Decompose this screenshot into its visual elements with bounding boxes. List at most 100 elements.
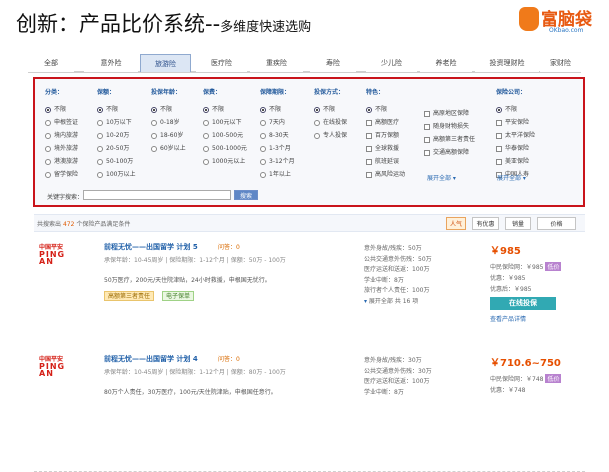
filter-option[interactable]: 高风险运动 xyxy=(366,168,405,181)
product-name-link[interactable]: 前程无忧——出国留学 计划 4 xyxy=(104,354,198,364)
filter-category: 分类： 不限 申根签证 境内旅游 境外旅游 港澳旅游 留学保险 xyxy=(45,87,78,181)
radio-icon xyxy=(45,132,51,139)
product-card: 中国平安 PING AN 前程无忧——出国留学 计划 4 问答：0 承保年龄：10… xyxy=(34,352,585,472)
filter-option[interactable]: 不限 xyxy=(366,103,405,116)
filter-option[interactable]: 1-3个月 xyxy=(260,142,295,155)
filter-option[interactable]: 华泰保险 xyxy=(496,142,535,155)
tab-medical[interactable]: 医疗险 xyxy=(196,54,247,72)
filter-option[interactable]: 10-20万 xyxy=(97,129,135,142)
logo-domain: OKbao.com xyxy=(549,27,584,34)
filter-option[interactable]: 10万以下 xyxy=(97,116,135,129)
tab-property[interactable]: 家财险 xyxy=(540,54,581,72)
low-price-badge: 低价 xyxy=(545,374,562,383)
radio-icon xyxy=(151,145,157,152)
radio-icon xyxy=(97,132,103,139)
filter-option[interactable]: 美亚保险 xyxy=(496,155,535,168)
product-detail-link[interactable]: 查看产品详情 xyxy=(490,314,526,323)
product-qa[interactable]: 问答：0 xyxy=(218,242,240,251)
filter-option[interactable]: 平安保险 xyxy=(496,116,535,129)
filter-option[interactable]: 不限 xyxy=(314,103,347,116)
radio-icon xyxy=(203,106,209,113)
checkbox-icon xyxy=(496,158,502,165)
checkbox-icon xyxy=(496,119,502,126)
tab-accident[interactable]: 意外险 xyxy=(84,54,138,72)
filter-option[interactable]: 百万保额 xyxy=(366,129,405,142)
radio-icon xyxy=(151,132,157,139)
filter-option[interactable]: 50-100万 xyxy=(97,155,135,168)
filter-company: 保险公司： 不限 平安保险 太平洋保险 华泰保险 美亚保险 中国人寿 xyxy=(496,87,535,181)
search-input[interactable] xyxy=(83,190,231,200)
filter-option[interactable]: 500-1000元 xyxy=(203,142,247,155)
filter-option[interactable]: 7天内 xyxy=(260,116,295,129)
filter-option[interactable]: 18-60岁 xyxy=(151,129,186,142)
page-title: 创新：产品比价系统--多维度快速选购 xyxy=(16,8,311,38)
tab-all[interactable]: 全部 xyxy=(28,54,74,72)
filter-option[interactable]: 不限 xyxy=(151,103,186,116)
search-button[interactable]: 搜索 xyxy=(234,190,258,200)
sort-price[interactable]: 价格 xyxy=(537,217,576,230)
tab-children[interactable]: 少儿险 xyxy=(366,54,417,72)
filter-option[interactable]: 留学保险 xyxy=(45,168,78,181)
tab-life[interactable]: 寿险 xyxy=(310,54,356,72)
checkbox-icon xyxy=(366,132,372,139)
filter-option[interactable]: 交通高额保障 xyxy=(424,146,475,159)
filter-option[interactable]: 不限 xyxy=(45,103,78,116)
sort-popularity[interactable]: 人气 xyxy=(446,217,466,230)
filter-option[interactable]: 全球救援 xyxy=(366,142,405,155)
filter-option[interactable]: 20-50万 xyxy=(97,142,135,155)
low-price-badge: 低价 xyxy=(545,262,562,271)
filter-option[interactable]: 1年以上 xyxy=(260,168,295,181)
brand-logo[interactable]: 富脑袋 OKbao.com xyxy=(517,3,603,39)
filter-option[interactable]: 0-18岁 xyxy=(151,116,186,129)
sort-discount[interactable]: 有优惠 xyxy=(472,217,499,230)
filter-option[interactable]: 港澳旅游 xyxy=(45,155,78,168)
filter-option[interactable]: 境外旅游 xyxy=(45,142,78,155)
radio-icon xyxy=(45,145,51,152)
coverage-expand-link[interactable]: ▾ 展开全部 共 16 项 xyxy=(364,297,432,308)
insurer-logo[interactable]: 中国平安 PING AN xyxy=(39,356,79,378)
filter-option[interactable]: 专人投保 xyxy=(314,129,347,142)
sort-sales[interactable]: 销量 xyxy=(505,217,531,230)
filter-label: 投保年龄： xyxy=(151,89,182,96)
features-expand-link[interactable]: 展开全部 ▾ xyxy=(427,173,456,182)
tab-critical-illness[interactable]: 重疾险 xyxy=(250,54,303,72)
radio-icon xyxy=(366,106,372,113)
checkbox-icon xyxy=(496,145,502,152)
filter-option[interactable]: 1000元以上 xyxy=(203,155,247,168)
filter-option[interactable]: 航班延误 xyxy=(366,155,405,168)
filter-option[interactable]: 随身财物损失 xyxy=(424,120,475,133)
filter-option[interactable]: 100万以上 xyxy=(97,168,135,181)
filter-option[interactable]: 不限 xyxy=(203,103,247,116)
filter-option[interactable]: 高原地区保障 xyxy=(424,107,475,120)
insurer-logo[interactable]: 中国平安 PING AN xyxy=(39,244,79,266)
tab-travel[interactable]: 旅游险 xyxy=(140,54,191,72)
tab-investment[interactable]: 投资理财险 xyxy=(475,54,539,72)
buy-online-button[interactable]: 在线投保 xyxy=(490,297,556,310)
filter-option[interactable]: 3-12个月 xyxy=(260,155,295,168)
product-name-link[interactable]: 前程无忧——出国留学 计划 5 xyxy=(104,242,198,252)
filter-option[interactable]: 不限 xyxy=(496,103,535,116)
radio-icon xyxy=(314,119,320,126)
companies-expand-link[interactable]: 展开全部 ▾ xyxy=(497,173,526,182)
filter-option[interactable]: 高额医疗 xyxy=(366,116,405,129)
filter-option[interactable]: 申根签证 xyxy=(45,116,78,129)
filter-option[interactable]: 8-30天 xyxy=(260,129,295,142)
filter-option[interactable]: 在线投保 xyxy=(314,116,347,129)
filter-label: 投保方式： xyxy=(314,89,345,96)
radio-icon xyxy=(45,158,51,165)
checkbox-icon xyxy=(366,171,372,178)
checkbox-icon xyxy=(496,132,502,139)
product-qa[interactable]: 问答：0 xyxy=(218,354,240,363)
tab-pension[interactable]: 养老险 xyxy=(420,54,472,72)
filter-option[interactable]: 高额第三者责任 xyxy=(424,133,475,146)
filter-option[interactable]: 100-500元 xyxy=(203,129,247,142)
filter-option[interactable]: 境内旅游 xyxy=(45,129,78,142)
filter-option[interactable]: 不限 xyxy=(97,103,135,116)
results-count: 472 xyxy=(62,221,75,228)
filter-option[interactable]: 不限 xyxy=(260,103,295,116)
filter-option[interactable]: 60岁以上 xyxy=(151,142,186,155)
filter-option[interactable]: 太平洋保险 xyxy=(496,129,535,142)
keyword-search: 关键字搜索： 搜索 xyxy=(47,190,258,201)
filter-option[interactable]: 100元以下 xyxy=(203,116,247,129)
product-description: 80万个人责任，30万医疗，100元/天住院津贴，申根国任意行。 xyxy=(104,389,277,396)
